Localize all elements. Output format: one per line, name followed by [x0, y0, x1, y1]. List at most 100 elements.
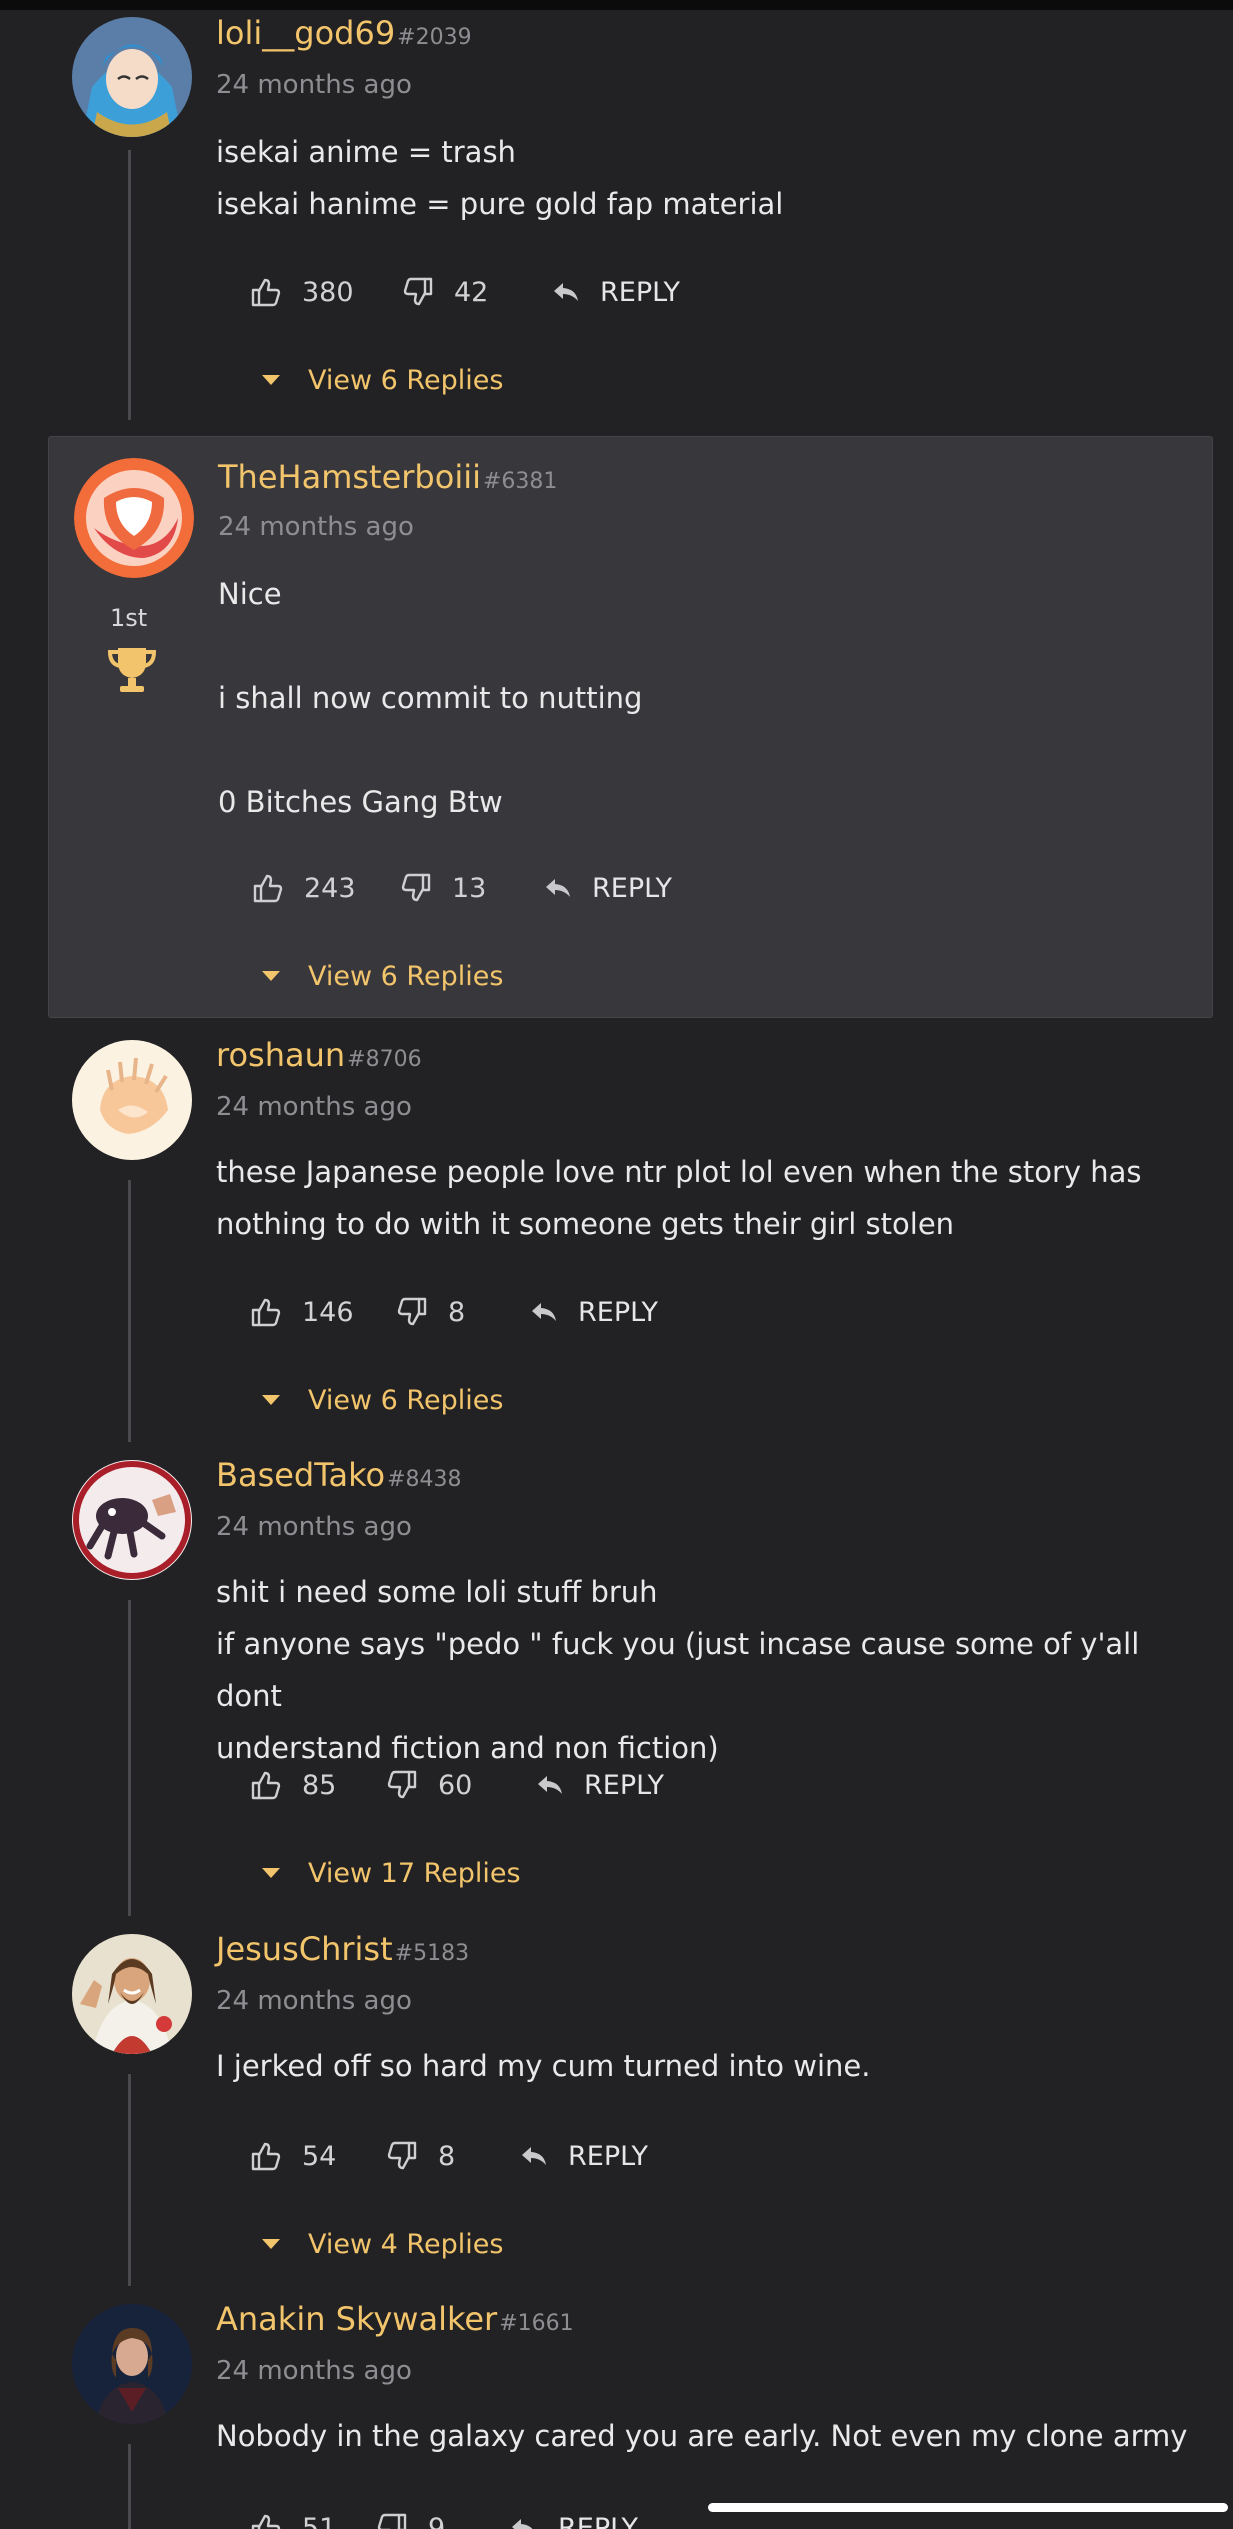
view-replies-button[interactable]: View 6 Replies [262, 1382, 503, 1418]
comment-line: isekai anime = trash [216, 135, 516, 169]
thread-line [128, 150, 131, 420]
like-button[interactable]: 243 [252, 868, 356, 908]
dislike-count: 8 [448, 1296, 466, 1328]
comment-body: these Japanese people love ntr plot lol … [216, 1146, 1196, 1250]
dislike-button[interactable]: 9 [376, 2508, 445, 2529]
dislike-button[interactable]: 42 [402, 272, 488, 312]
view-replies-button[interactable]: View 6 Replies [262, 362, 503, 398]
caret-down-icon [262, 1868, 280, 1878]
like-button[interactable]: 54 [250, 2136, 336, 2176]
comment-line: these Japanese people love ntr plot lol … [216, 1155, 1142, 1189]
reply-button[interactable]: REPLY [510, 2508, 638, 2529]
comment-card-highlighted: 1st TheHamsterboiii#6381 24 months ago N… [0, 436, 1233, 1018]
like-count: 54 [302, 2140, 337, 2172]
view-replies-button[interactable]: View 6 Replies [262, 958, 503, 994]
thumbs-down-icon [387, 2141, 417, 2170]
reply-button[interactable]: REPLY [536, 1765, 664, 1805]
anakin-avatar[interactable] [72, 2304, 192, 2424]
username[interactable]: Anakin Skywalker#1661 [216, 2300, 574, 2338]
user-tag: #8438 [387, 1467, 462, 1492]
thumbs-down-icon [403, 277, 433, 306]
comment-card: loli__god69#2039 24 months ago isekai an… [0, 0, 1233, 430]
comment-body: Nobody in the galaxy cared you are early… [216, 2410, 1196, 2462]
dislike-count: 9 [428, 2512, 446, 2529]
reply-arrow-icon [512, 2519, 533, 2529]
reply-arrow-icon [532, 1303, 556, 1321]
like-count: 85 [302, 1769, 337, 1801]
like-count: 380 [302, 276, 354, 308]
orange-shield-avatar[interactable] [74, 458, 194, 578]
reply-button[interactable]: REPLY [544, 868, 672, 908]
reply-arrow-icon [522, 2147, 546, 2165]
timestamp: 24 months ago [216, 70, 412, 100]
rank-badge: 1st [110, 604, 148, 632]
reply-button[interactable]: REPLY [552, 272, 680, 312]
reply-button[interactable]: REPLY [520, 2136, 648, 2176]
like-button[interactable]: 51 [250, 2508, 336, 2529]
comment-card: JesusChrist#5183 24 months ago I jerked … [0, 1924, 1233, 2294]
thumbs-up-icon [251, 2514, 281, 2529]
comment-body: isekai anime = trash isekai hanime = pur… [216, 126, 1196, 230]
dislike-count: 13 [452, 872, 487, 904]
view-replies-button[interactable]: View 17 Replies [262, 1855, 521, 1891]
username[interactable]: TheHamsterboiii#6381 [218, 458, 557, 496]
reply-arrow-icon [554, 283, 578, 301]
user-tag: #5183 [394, 1941, 470, 1966]
buddy-christ-avatar[interactable] [72, 1934, 192, 2054]
caret-down-icon [262, 2239, 280, 2249]
comment-line: understand fiction and non fiction) [216, 1731, 719, 1765]
like-button[interactable]: 146 [250, 1292, 354, 1332]
comment-body: I jerked off so hard my cum turned into … [216, 2040, 1196, 2092]
octopus-avatar[interactable] [72, 1460, 192, 1580]
thread-line [128, 1600, 131, 1916]
dislike-count: 60 [438, 1769, 473, 1801]
like-count: 146 [302, 1296, 354, 1328]
user-tag: #1661 [499, 2311, 574, 2336]
dislike-button[interactable]: 8 [396, 1292, 465, 1332]
thumbs-up-icon [251, 1298, 281, 1327]
username[interactable]: roshaun#8706 [216, 1036, 422, 1074]
reply-button[interactable]: REPLY [530, 1292, 658, 1332]
username[interactable]: JesusChrist#5183 [216, 1930, 469, 1968]
dislike-button[interactable]: 13 [400, 868, 486, 908]
thumbs-up-icon [253, 874, 283, 903]
comment-line: 0 Bitches Gang Btw [218, 785, 503, 819]
comment-line [218, 620, 1198, 672]
username[interactable]: loli__god69#2039 [216, 14, 472, 52]
dislike-count: 8 [438, 2140, 456, 2172]
comment-line: i shall now commit to nutting [218, 681, 643, 715]
thread-line [128, 2444, 131, 2529]
like-count: 51 [302, 2512, 337, 2529]
timestamp: 24 months ago [216, 1512, 412, 1542]
trophy-icon [107, 648, 157, 692]
home-indicator[interactable] [708, 2503, 1228, 2512]
thumbs-down-icon [401, 873, 431, 902]
anime-girl-avatar[interactable] [72, 17, 192, 137]
like-button[interactable]: 85 [250, 1765, 336, 1805]
comment-line: shit i need some loli stuff bruh [216, 1575, 658, 1609]
like-button[interactable]: 380 [250, 272, 354, 312]
username[interactable]: BasedTako#8438 [216, 1456, 461, 1494]
reply-arrow-icon [546, 879, 570, 897]
thumbs-down-icon [377, 2513, 407, 2529]
reply-arrow-icon [538, 1776, 562, 1794]
thumbs-down-icon [397, 1297, 427, 1326]
comment-line: if anyone says "pedo " fuck you (just in… [216, 1627, 1149, 1713]
caret-down-icon [262, 375, 280, 385]
dislike-button[interactable]: 8 [386, 2136, 455, 2176]
thumbs-up-icon [251, 2142, 281, 2171]
comment-line: Nice [218, 577, 282, 611]
like-count: 243 [304, 872, 356, 904]
timestamp: 24 months ago [216, 1092, 412, 1122]
thread-line [128, 2074, 131, 2286]
dislike-count: 42 [454, 276, 489, 308]
comment-line: isekai hanime = pure gold fap material [216, 187, 784, 221]
timestamp: 24 months ago [216, 2356, 412, 2386]
seashell-avatar[interactable] [72, 1040, 192, 1160]
comment-body: shit i need some loli stuff bruh if anyo… [216, 1566, 1196, 1774]
view-replies-button[interactable]: View 4 Replies [262, 2226, 503, 2262]
comment-line: I jerked off so hard my cum turned into … [216, 2049, 871, 2083]
dislike-button[interactable]: 60 [386, 1765, 472, 1805]
comment-line [218, 724, 1198, 776]
comment-card: BasedTako#8438 24 months ago shit i need… [0, 1450, 1233, 1924]
